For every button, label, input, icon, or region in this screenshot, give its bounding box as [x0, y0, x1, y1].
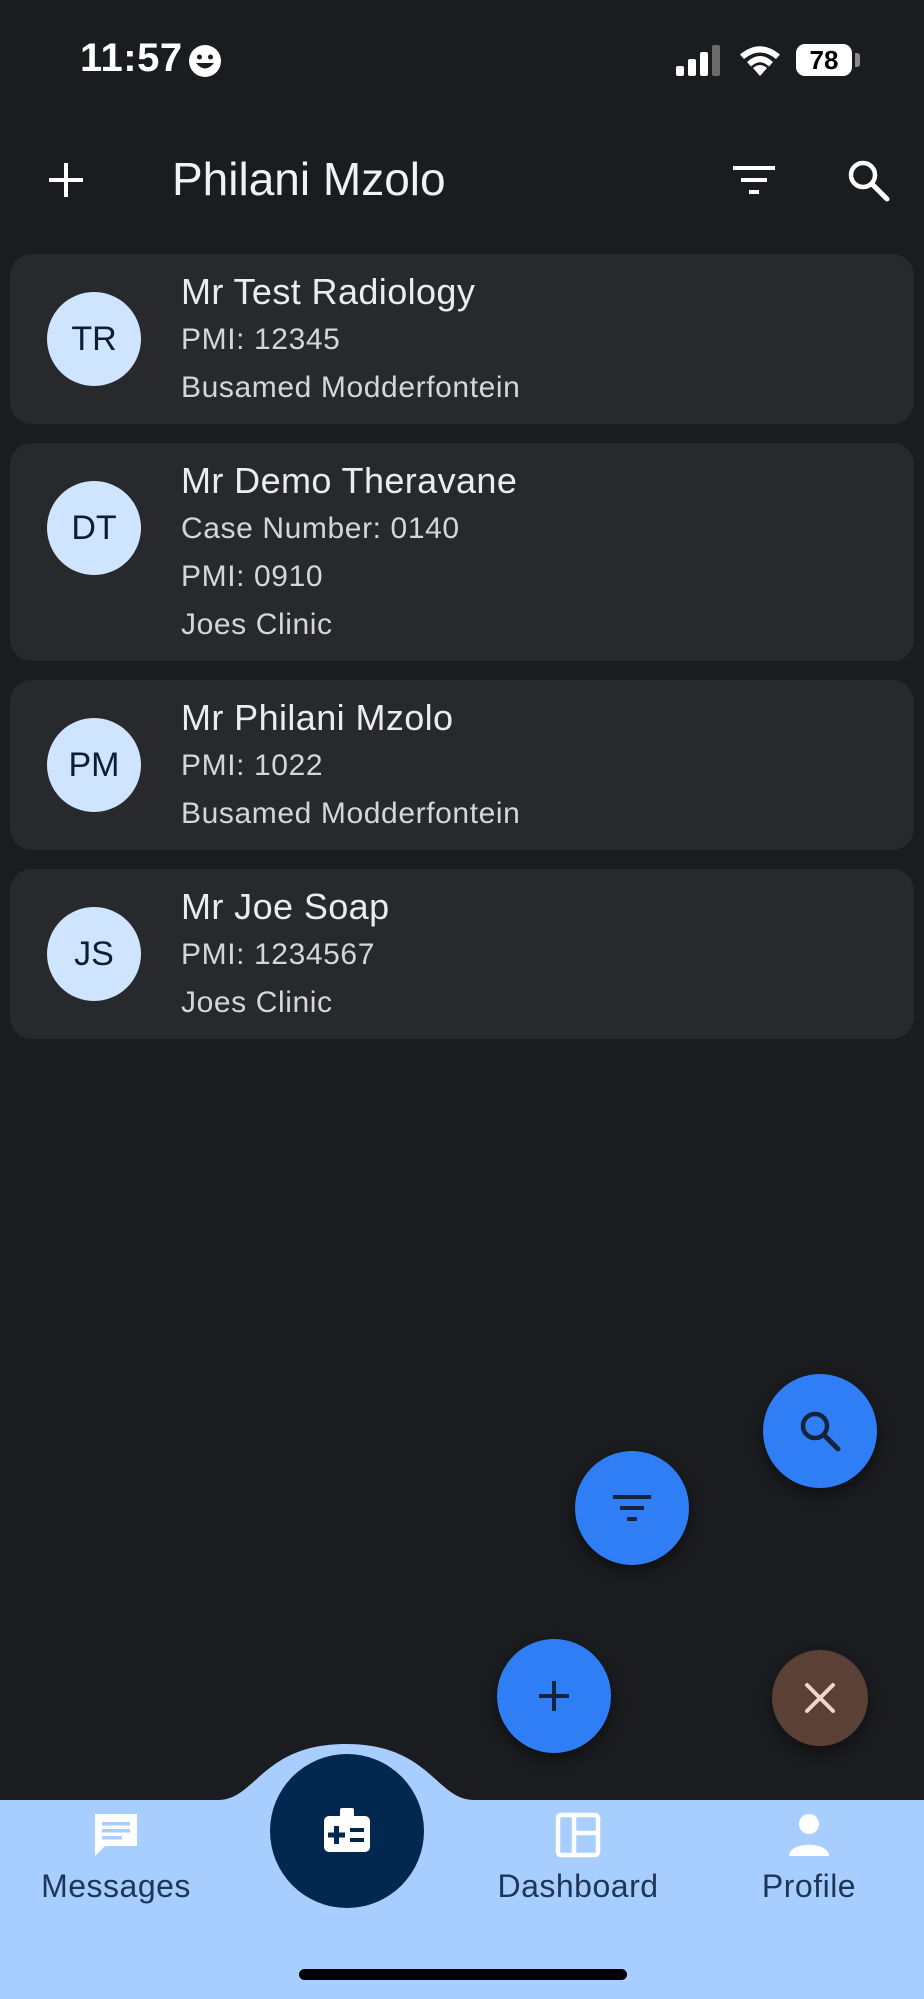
patient-clinic: Joes Clinic — [181, 608, 333, 641]
patient-details: Mr Test Radiology PMI: 12345 Busamed Mod… — [181, 268, 520, 412]
avatar: JS — [47, 907, 141, 1001]
app-bar: Philani Mzolo — [0, 130, 924, 230]
avatar: DT — [47, 481, 141, 575]
avatar: TR — [47, 292, 141, 386]
patient-case-number: Case Number: 0140 — [181, 512, 460, 545]
patient-pmi: PMI: 12345 — [181, 323, 341, 356]
search-button[interactable] — [836, 148, 900, 212]
patient-clinic: Busamed Modderfontein — [181, 371, 521, 404]
patient-details: Mr Joe Soap PMI: 1234567 Joes Clinic — [181, 883, 390, 1027]
dashboard-icon — [555, 1812, 601, 1858]
patient-card[interactable]: DT Mr Demo Theravane Case Number: 0140 P… — [10, 443, 914, 661]
fab-filter-button[interactable] — [575, 1451, 689, 1565]
home-indicator — [299, 1969, 627, 1980]
bottom-navigation: Messages Dashboard Profile — [0, 1738, 924, 1999]
search-icon — [800, 1411, 841, 1452]
patient-name: Mr Demo Theravane — [181, 460, 518, 501]
patient-card[interactable]: JS Mr Joe Soap PMI: 1234567 Joes Clinic — [10, 869, 914, 1039]
fab-close-button[interactable] — [772, 1650, 868, 1746]
patient-card[interactable]: TR Mr Test Radiology PMI: 12345 Busamed … — [10, 254, 914, 424]
nav-messages-label: Messages — [41, 1868, 191, 1904]
avatar: PM — [47, 718, 141, 812]
status-time: 11:57 — [80, 36, 183, 80]
battery-cap — [855, 53, 860, 67]
patient-name: Mr Test Radiology — [181, 271, 476, 312]
nav-profile[interactable]: Profile — [709, 1808, 909, 1905]
medical-id-icon — [324, 1808, 370, 1852]
nav-dashboard-label: Dashboard — [497, 1868, 659, 1904]
filter-icon — [733, 166, 775, 194]
nav-patients-button[interactable] — [270, 1754, 424, 1908]
nav-dashboard[interactable]: Dashboard — [478, 1808, 678, 1905]
patient-clinic: Joes Clinic — [181, 986, 333, 1019]
add-patient-button[interactable] — [36, 150, 96, 210]
fab-add-button[interactable] — [497, 1639, 611, 1753]
patient-pmi: PMI: 1022 — [181, 749, 324, 782]
patient-card[interactable]: PM Mr Philani Mzolo PMI: 1022 Busamed Mo… — [10, 680, 914, 850]
cellular-signal-icon — [676, 45, 720, 76]
wifi-icon — [740, 46, 780, 76]
search-icon — [848, 160, 890, 202]
fab-search-button[interactable] — [763, 1374, 877, 1488]
add-icon — [49, 163, 83, 197]
patient-pmi: PMI: 1234567 — [181, 938, 375, 971]
smiley-icon — [189, 45, 221, 77]
patient-pmi: PMI: 0910 — [181, 560, 324, 593]
battery-indicator: 78 — [796, 44, 852, 76]
nav-messages[interactable]: Messages — [16, 1808, 216, 1905]
add-icon — [539, 1681, 569, 1711]
message-icon — [95, 1814, 137, 1856]
patient-details: Mr Philani Mzolo PMI: 1022 Busamed Modde… — [181, 694, 520, 838]
patient-clinic: Busamed Modderfontein — [181, 797, 521, 830]
page-title: Philani Mzolo — [172, 153, 446, 205]
patient-name: Mr Joe Soap — [181, 886, 390, 927]
close-icon — [805, 1683, 835, 1713]
patient-list-screen: 11:57 78 Philani Mzolo TR Mr Test Radiol… — [0, 0, 924, 1999]
person-icon — [789, 1814, 829, 1856]
patient-name: Mr Philani Mzolo — [181, 697, 454, 738]
filter-icon — [613, 1495, 651, 1521]
filter-button[interactable] — [722, 150, 786, 210]
status-bar: 11:57 78 — [0, 0, 924, 120]
nav-profile-label: Profile — [761, 1868, 857, 1904]
patient-details: Mr Demo Theravane Case Number: 0140 PMI:… — [181, 457, 517, 649]
